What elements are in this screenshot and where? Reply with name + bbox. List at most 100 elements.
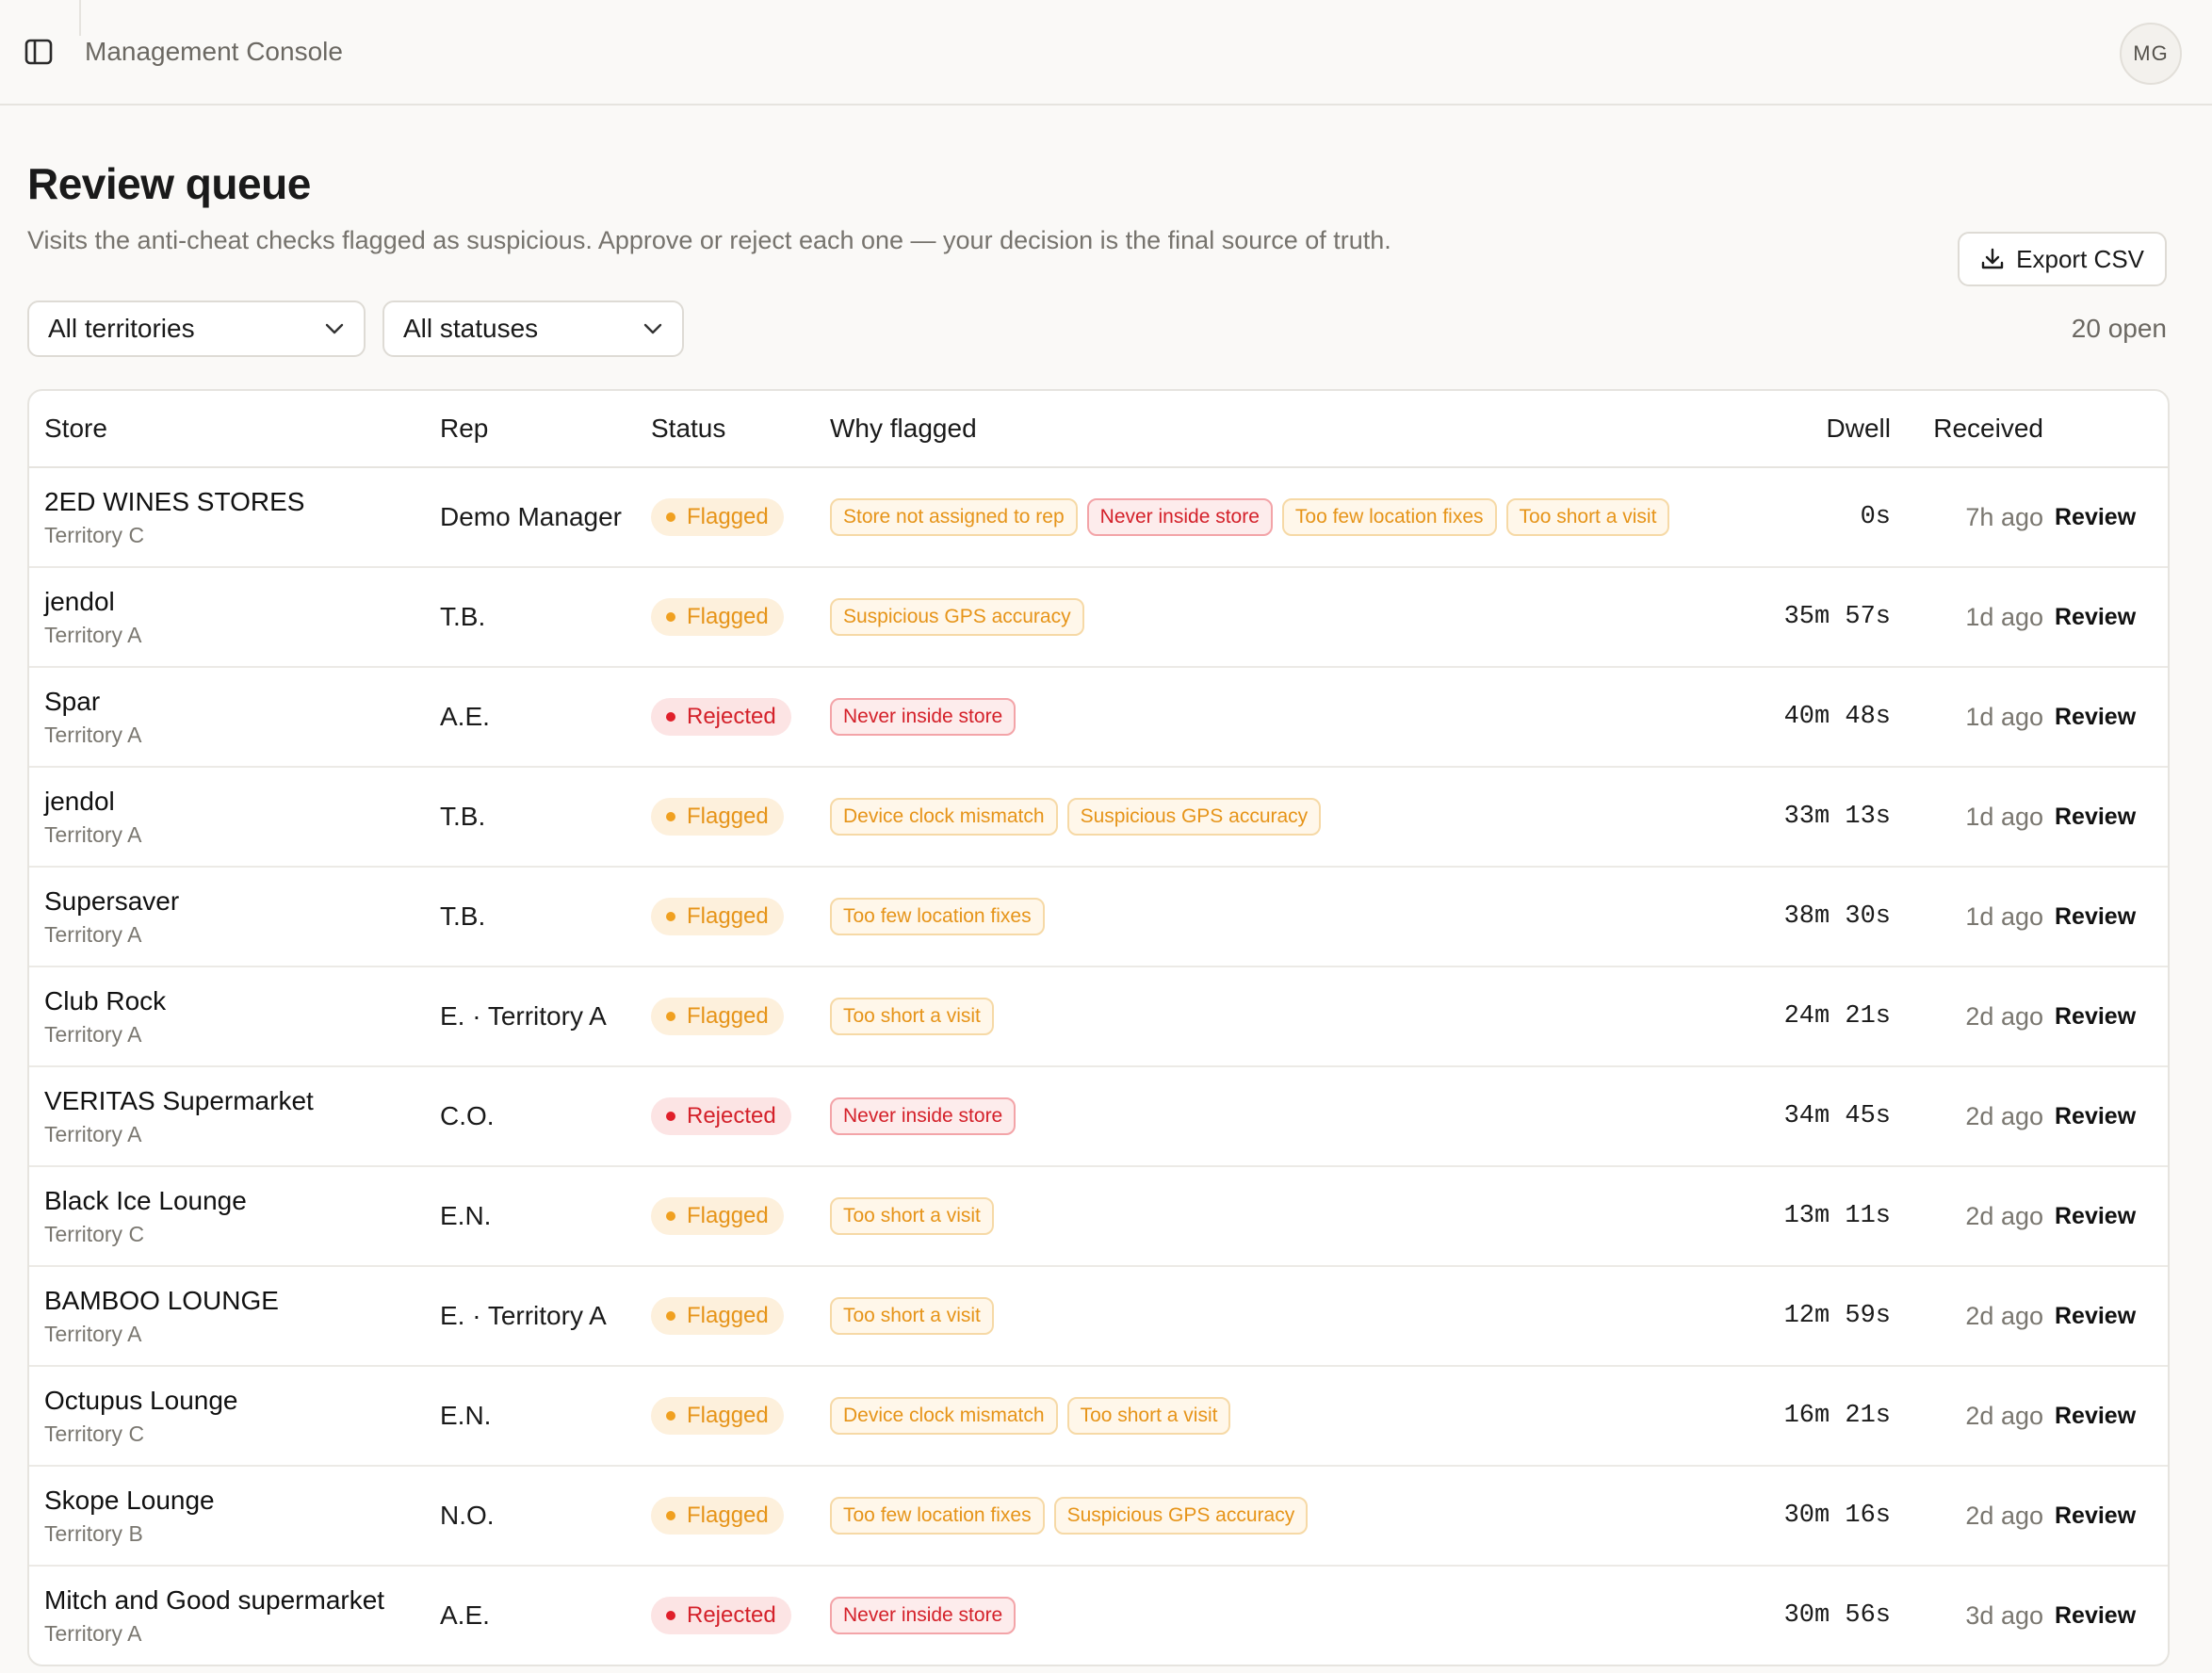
status-badge: Flagged — [651, 1497, 784, 1535]
rep-name: E. · Territory A — [440, 1266, 651, 1367]
dwell-time: 24m 21s — [1781, 966, 1913, 1067]
review-button[interactable]: Review — [2055, 1466, 2168, 1567]
status-select-value: All statuses — [403, 314, 539, 343]
store-territory: Territory C — [44, 1421, 145, 1446]
status-label: Flagged — [687, 604, 769, 629]
store-name: 2ED WINES STORES — [44, 486, 305, 516]
store-cell: Supersaver Territory A — [29, 867, 440, 967]
store-cell: VERITAS Supermarket Territory A — [29, 1066, 440, 1167]
status-label: Flagged — [687, 1003, 769, 1029]
store-name: Skope Lounge — [44, 1485, 215, 1515]
received-time: 1d ago — [1913, 567, 2055, 668]
store-cell: jendol Territory A — [29, 567, 440, 668]
flag-reason-badge: Never inside store — [1086, 498, 1273, 536]
status-label: Rejected — [687, 1602, 776, 1628]
column-header-store[interactable]: Store — [29, 391, 440, 468]
table-header: Store Rep Status Why flagged Dwell Recei… — [29, 391, 2168, 468]
column-header-status[interactable]: Status — [651, 391, 830, 468]
top-bar: Management Console MG — [0, 0, 2212, 106]
flag-reason-badge: Too few location fixes — [830, 898, 1045, 935]
status-label: Rejected — [687, 1103, 776, 1129]
column-header-dwell[interactable]: Dwell — [1781, 391, 1913, 468]
review-button[interactable]: Review — [2055, 567, 2168, 668]
flag-reason-badge: Too few location fixes — [1281, 498, 1497, 536]
table-row[interactable]: jendol Territory A T.B. Flagged Suspicio… — [29, 567, 2168, 668]
export-csv-label: Export CSV — [2016, 244, 2144, 273]
status-cell: Flagged — [651, 1366, 830, 1467]
review-button[interactable]: Review — [2055, 1266, 2168, 1367]
review-button[interactable]: Review — [2055, 1566, 2168, 1665]
table-row[interactable]: Mitch and Good supermarket Territory A A… — [29, 1566, 2168, 1665]
rep-name: T.B. — [440, 767, 651, 868]
column-header-received[interactable]: Received — [1913, 391, 2055, 468]
why-flagged-cell: Too short a visit — [830, 1266, 1781, 1367]
review-button[interactable]: Review — [2055, 1066, 2168, 1167]
review-button[interactable]: Review — [2055, 867, 2168, 967]
flag-reason-badge: Too short a visit — [1066, 1397, 1231, 1435]
table-row[interactable]: Skope Lounge Territory B N.O. Flagged To… — [29, 1466, 2168, 1567]
status-label: Flagged — [687, 1303, 769, 1328]
status-dot-icon — [666, 1311, 675, 1321]
dwell-time: 16m 21s — [1781, 1366, 1913, 1467]
status-cell: Rejected — [651, 1566, 830, 1665]
review-button[interactable]: Review — [2055, 767, 2168, 868]
store-name: jendol — [44, 586, 115, 616]
status-cell: Flagged — [651, 867, 830, 967]
status-dot-icon — [666, 1012, 675, 1021]
received-time: 2d ago — [1913, 966, 2055, 1067]
column-header-why-flagged[interactable]: Why flagged — [830, 391, 1781, 468]
export-csv-button[interactable]: Export CSV — [1958, 232, 2167, 286]
store-cell: Club Rock Territory A — [29, 966, 440, 1067]
table-row[interactable]: jendol Territory A T.B. Flagged Device c… — [29, 767, 2168, 868]
status-label: Flagged — [687, 1203, 769, 1228]
review-button[interactable]: Review — [2055, 667, 2168, 768]
review-table: Store Rep Status Why flagged Dwell Recei… — [27, 389, 2170, 1666]
store-name: Club Rock — [44, 985, 167, 1015]
review-button[interactable]: Review — [2055, 966, 2168, 1067]
dwell-time: 30m 16s — [1781, 1466, 1913, 1567]
review-button[interactable]: Review — [2055, 467, 2168, 568]
status-dot-icon — [666, 512, 675, 522]
table-row[interactable]: 2ED WINES STORES Territory C Demo Manage… — [29, 467, 2168, 568]
review-button[interactable]: Review — [2055, 1166, 2168, 1267]
store-cell: Octupus Lounge Territory C — [29, 1366, 440, 1467]
why-flagged-cell: Never inside store — [830, 667, 1781, 768]
rep-name: A.E. — [440, 1600, 490, 1630]
table-row[interactable]: Octupus Lounge Territory C E.N. Flagged … — [29, 1366, 2168, 1467]
rep-name: E. · Territory A — [440, 966, 651, 1067]
sidebar-toggle-icon[interactable] — [24, 39, 53, 65]
avatar[interactable]: MG — [2120, 23, 2182, 85]
status-label: Flagged — [687, 903, 769, 929]
why-flagged-cell: Too short a visit — [830, 966, 1781, 1067]
rep-name: A.E. — [440, 667, 651, 768]
table-row[interactable]: Black Ice Lounge Territory C E.N. Flagge… — [29, 1166, 2168, 1267]
table-row[interactable]: VERITAS Supermarket Territory A C.O. Rej… — [29, 1066, 2168, 1167]
status-cell: Flagged — [651, 966, 830, 1067]
filter-bar: All territories All statuses 20 open — [27, 300, 2185, 357]
why-flagged-cell: Too few location fixes — [830, 867, 1781, 967]
column-header-rep[interactable]: Rep — [440, 391, 651, 468]
status-dot-icon — [666, 812, 675, 821]
status-dot-icon — [666, 1511, 675, 1520]
flag-reason-badge: Store not assigned to rep — [830, 498, 1078, 536]
divider — [79, 0, 81, 36]
review-button[interactable]: Review — [2055, 1366, 2168, 1467]
status-dot-icon — [666, 1411, 675, 1421]
status-badge: Flagged — [651, 1297, 784, 1335]
rep-name: T.B. — [440, 567, 651, 668]
territory-select[interactable]: All territories — [27, 300, 366, 357]
why-flagged-cell: Store not assigned to rep Never inside st… — [830, 467, 1781, 568]
why-flagged-cell: Never inside store — [830, 1066, 1781, 1167]
status-select[interactable]: All statuses — [382, 300, 684, 357]
table-row[interactable]: BAMBOO LOUNGE Territory A E. · Territory… — [29, 1266, 2168, 1367]
table-row[interactable]: Supersaver Territory A T.B. Flagged Too … — [29, 867, 2168, 967]
why-flagged-cell: Too few location fixes Suspicious GPS acc… — [830, 1466, 1781, 1567]
received-time: 2d ago — [1913, 1366, 2055, 1467]
received-time: 3d ago — [1965, 1600, 2043, 1630]
status-dot-icon — [666, 1112, 675, 1121]
received-time: 2d ago — [1913, 1466, 2055, 1567]
table-row[interactable]: Club Rock Territory A E. · Territory A F… — [29, 966, 2168, 1067]
flag-reason-badge: Too short a visit — [1505, 498, 1670, 536]
store-territory: Territory C — [44, 1221, 145, 1246]
table-row[interactable]: Spar Territory A A.E. Rejected Never ins… — [29, 667, 2168, 768]
